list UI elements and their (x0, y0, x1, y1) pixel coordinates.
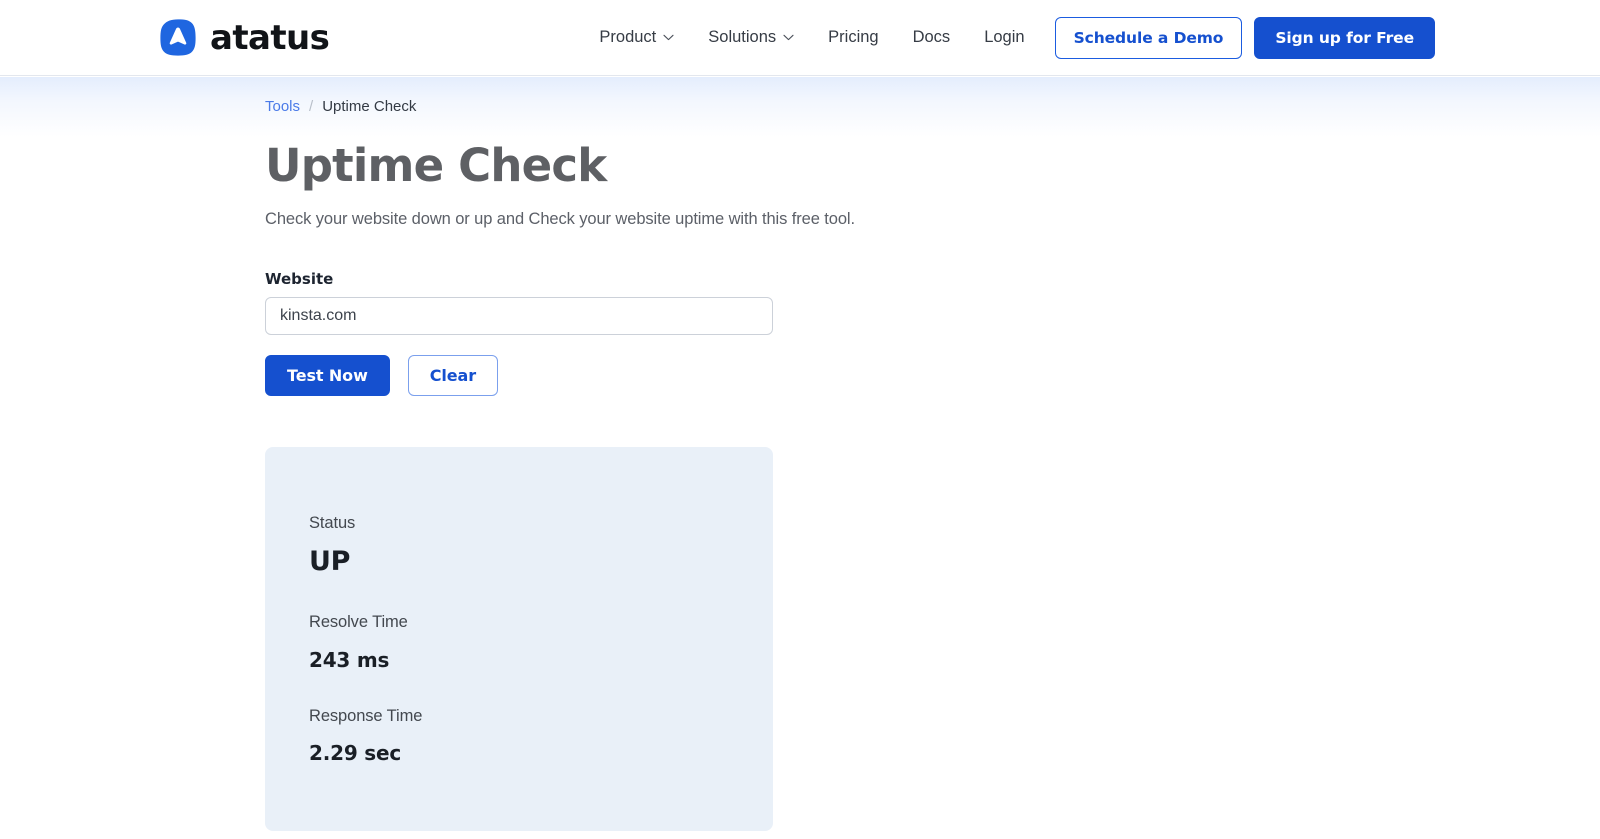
schedule-demo-button[interactable]: Schedule a Demo (1055, 17, 1243, 59)
response-time-label: Response Time (309, 706, 773, 727)
nav-label-product: Product (599, 28, 656, 47)
breadcrumb-separator: / (309, 97, 313, 117)
resolve-time-label: Resolve Time (309, 612, 773, 633)
nav-item-solutions[interactable]: Solutions (708, 28, 794, 47)
chevron-down-icon (663, 34, 674, 41)
nav-label-solutions: Solutions (708, 28, 776, 47)
chevron-down-icon (783, 34, 794, 41)
uptime-check-form: Website Test Now Clear (265, 270, 1600, 396)
page-title: Uptime Check (265, 141, 1600, 191)
status-badge: UP (309, 546, 773, 578)
nav-item-product[interactable]: Product (599, 28, 674, 47)
nav-item-login[interactable]: Login (984, 28, 1024, 47)
result-group-resolve-time: Resolve Time 243 ms (309, 612, 773, 671)
result-group-response-time: Response Time 2.29 sec (309, 706, 773, 765)
page-description: Check your website down or up and Check … (265, 210, 1600, 229)
header-actions: Schedule a Demo Sign up for Free (1055, 17, 1435, 59)
website-input[interactable] (265, 297, 773, 335)
signup-free-button[interactable]: Sign up for Free (1254, 17, 1435, 59)
nav-item-pricing[interactable]: Pricing (828, 28, 878, 47)
clear-button[interactable]: Clear (408, 355, 498, 396)
logo-wordmark: atatus (210, 21, 329, 55)
main-navigation: Product Solutions Pricing Docs Login (599, 28, 1024, 47)
results-card: Status UP Resolve Time 243 ms Response T… (265, 447, 773, 832)
resolve-time-value: 243 ms (309, 648, 773, 672)
main-content: Tools / Uptime Check Uptime Check Check … (0, 76, 1600, 831)
status-label: Status (309, 513, 773, 534)
page-root: atatus Product Solutions Pricing Docs Lo… (0, 0, 1600, 839)
result-group-status: Status UP (309, 513, 773, 579)
breadcrumb-link-tools[interactable]: Tools (265, 97, 300, 117)
response-time-value: 2.29 sec (309, 741, 773, 765)
form-actions: Test Now Clear (265, 355, 1600, 396)
website-field-label: Website (265, 270, 1600, 288)
test-now-button[interactable]: Test Now (265, 355, 390, 396)
breadcrumb: Tools / Uptime Check (265, 97, 1600, 117)
atatus-logo-icon (158, 18, 198, 58)
breadcrumb-current: Uptime Check (322, 97, 416, 117)
site-logo[interactable]: atatus (158, 18, 329, 58)
nav-item-docs[interactable]: Docs (913, 28, 951, 47)
site-header: atatus Product Solutions Pricing Docs Lo… (0, 0, 1600, 76)
